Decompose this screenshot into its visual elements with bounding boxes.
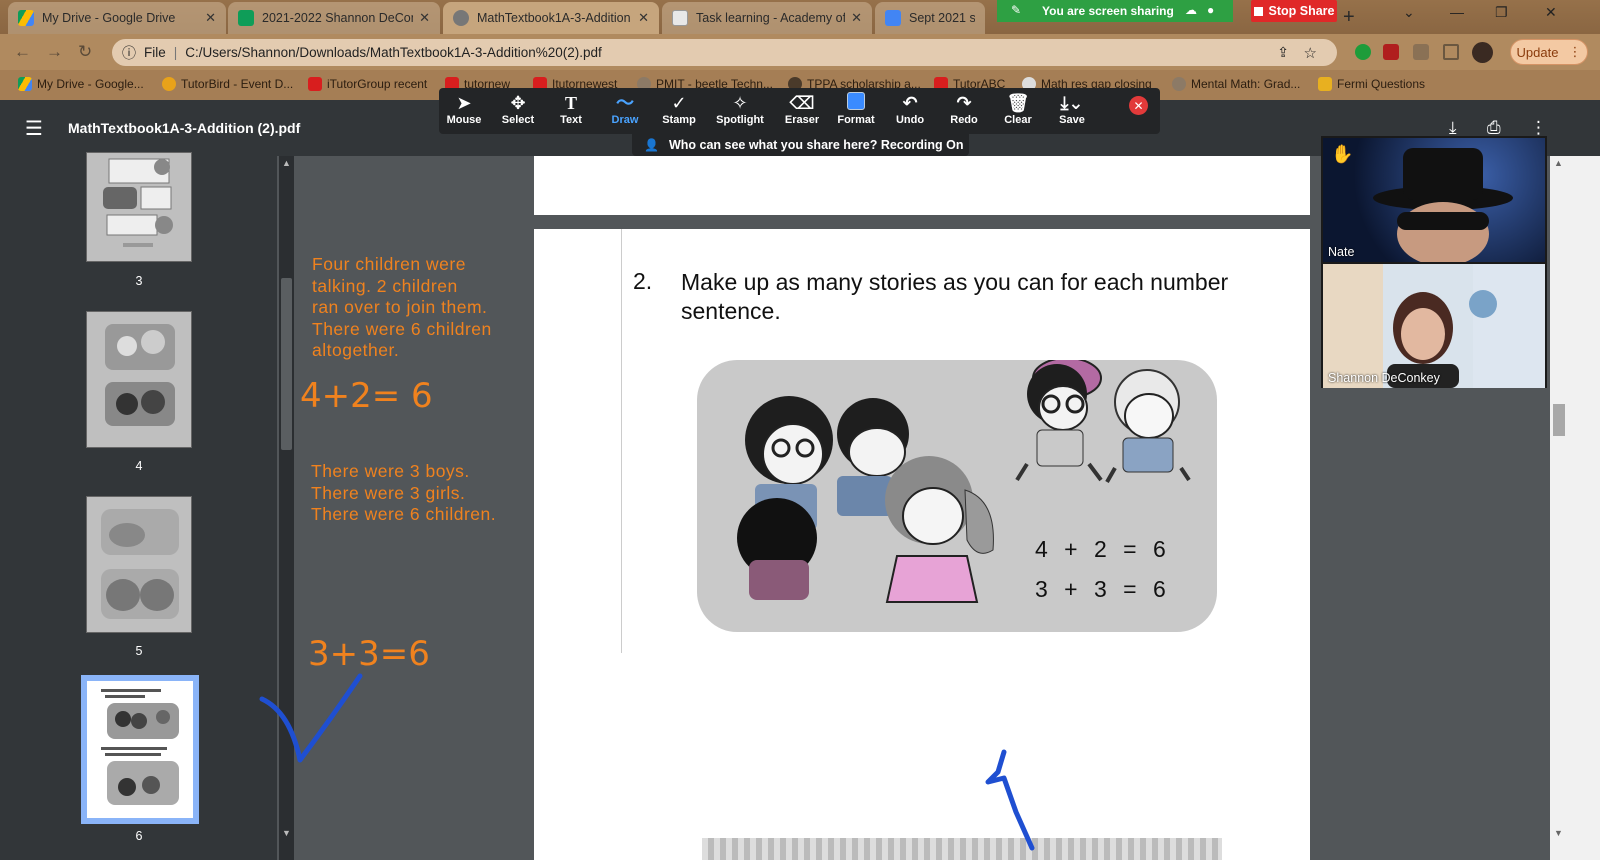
window-edge <box>1568 156 1600 860</box>
raised-hand-icon: ✋ <box>1331 144 1354 164</box>
participant-name: Shannon DeConkey <box>1328 371 1440 385</box>
scrollbar-thumb[interactable] <box>1553 404 1565 436</box>
arrow-stroke <box>985 749 1035 851</box>
participant-name: Nate <box>1328 245 1355 259</box>
pen-annotation-layer <box>259 673 1035 851</box>
video-tile-nate[interactable]: ✋ Nate <box>1323 138 1545 266</box>
checkmark-stroke <box>259 673 363 763</box>
participant-video <box>1373 148 1513 266</box>
scroll-up-icon[interactable]: ▲ <box>1554 158 1563 168</box>
document-scrollbar[interactable]: ▲ ▼ <box>1550 156 1568 860</box>
scroll-down-icon[interactable]: ▼ <box>1554 828 1563 838</box>
video-tile-shannon[interactable]: Shannon DeConkey <box>1323 264 1545 388</box>
video-panel: ✋ Nate Shannon DeConkey <box>1321 136 1547 388</box>
participant-video <box>1323 264 1545 388</box>
